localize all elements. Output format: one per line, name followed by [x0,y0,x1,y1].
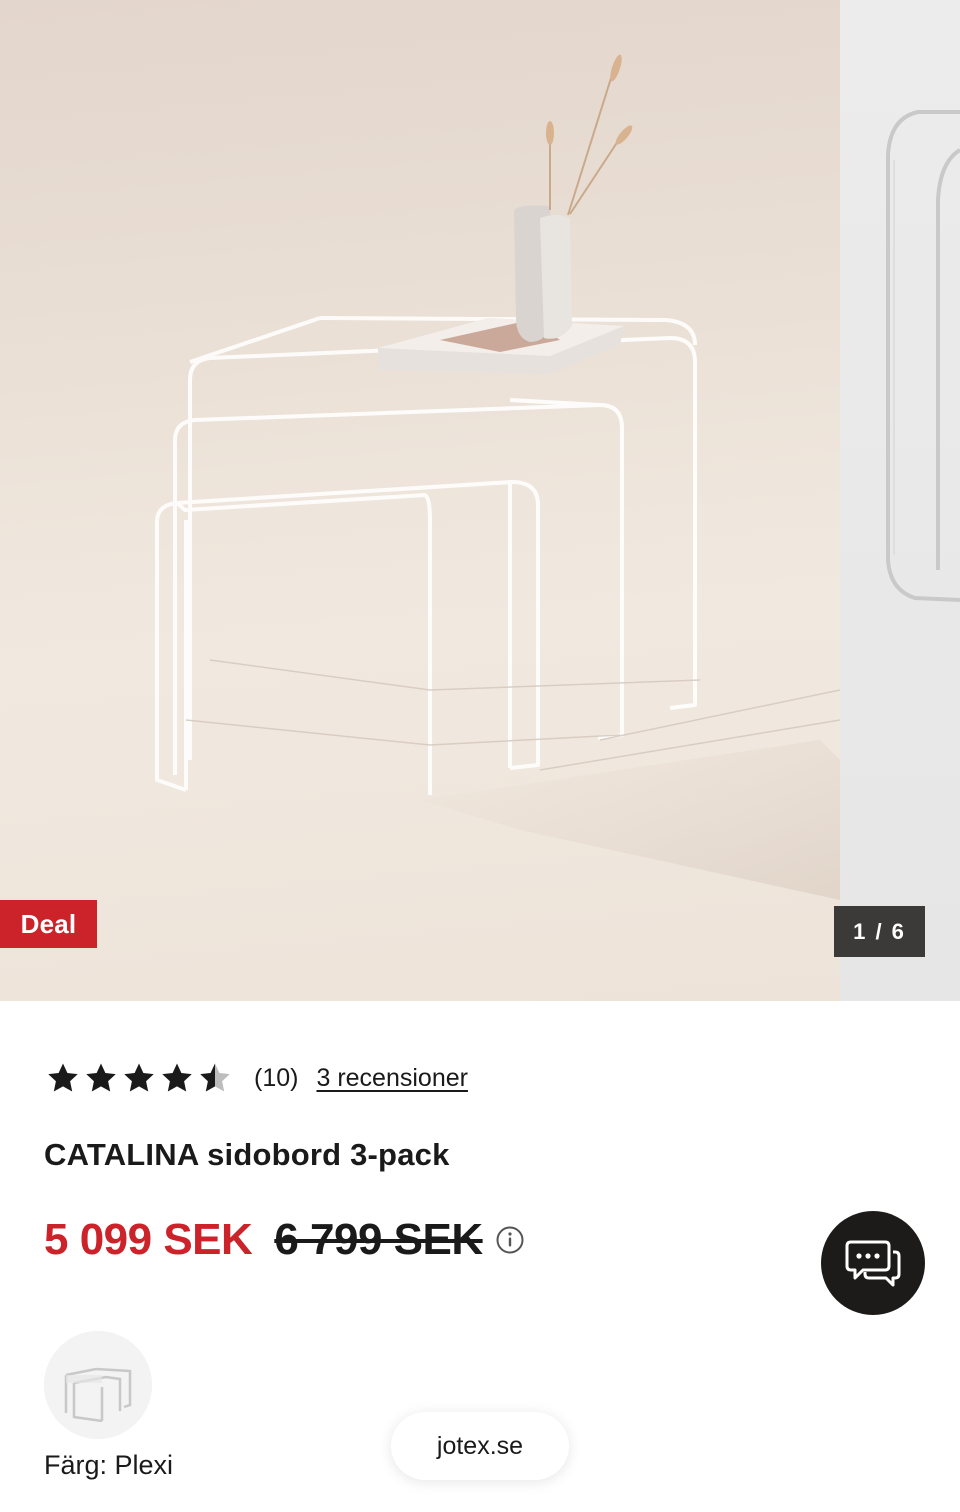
star-half-icon [200,1063,230,1092]
rating-stars [46,1061,232,1095]
star-icon [162,1063,192,1092]
swatch-thumbnail [44,1331,152,1439]
star-icon [86,1063,116,1092]
image-counter: 1 / 6 [834,906,925,957]
star-icon [124,1063,154,1092]
rating-count: (10) [254,1063,299,1092]
deal-badge: Deal [0,900,97,948]
color-label: Färg: Plexi [44,1450,174,1480]
price-row: 5 099 SEK 6 799 SEK [44,1212,525,1268]
original-price: 6 799 SEK [274,1215,483,1264]
product-image-next-peek[interactable] [840,0,960,1001]
next-photo-illustration [886,110,960,602]
sale-price: 5 099 SEK [44,1215,253,1264]
reviews-link[interactable]: 3 recensioner [316,1064,467,1093]
product-page: Deal 1 / 6 (10) 3 recensioner CATALINA s… [0,0,960,1512]
chat-icon [845,1240,901,1287]
rating-row: (10) 3 recensioner [46,1058,468,1098]
product-photo-illustration [155,54,840,900]
browser-url-bar[interactable]: jotex.se [391,1412,569,1480]
product-image-main[interactable] [0,0,840,1001]
product-title: CATALINA sidobord 3-pack [44,1137,450,1172]
product-image-gallery[interactable]: Deal 1 / 6 [0,0,960,1001]
chat-button[interactable] [821,1211,925,1315]
star-icon [48,1063,78,1092]
color-swatch-plexi[interactable] [44,1331,152,1439]
info-icon[interactable] [495,1225,525,1255]
